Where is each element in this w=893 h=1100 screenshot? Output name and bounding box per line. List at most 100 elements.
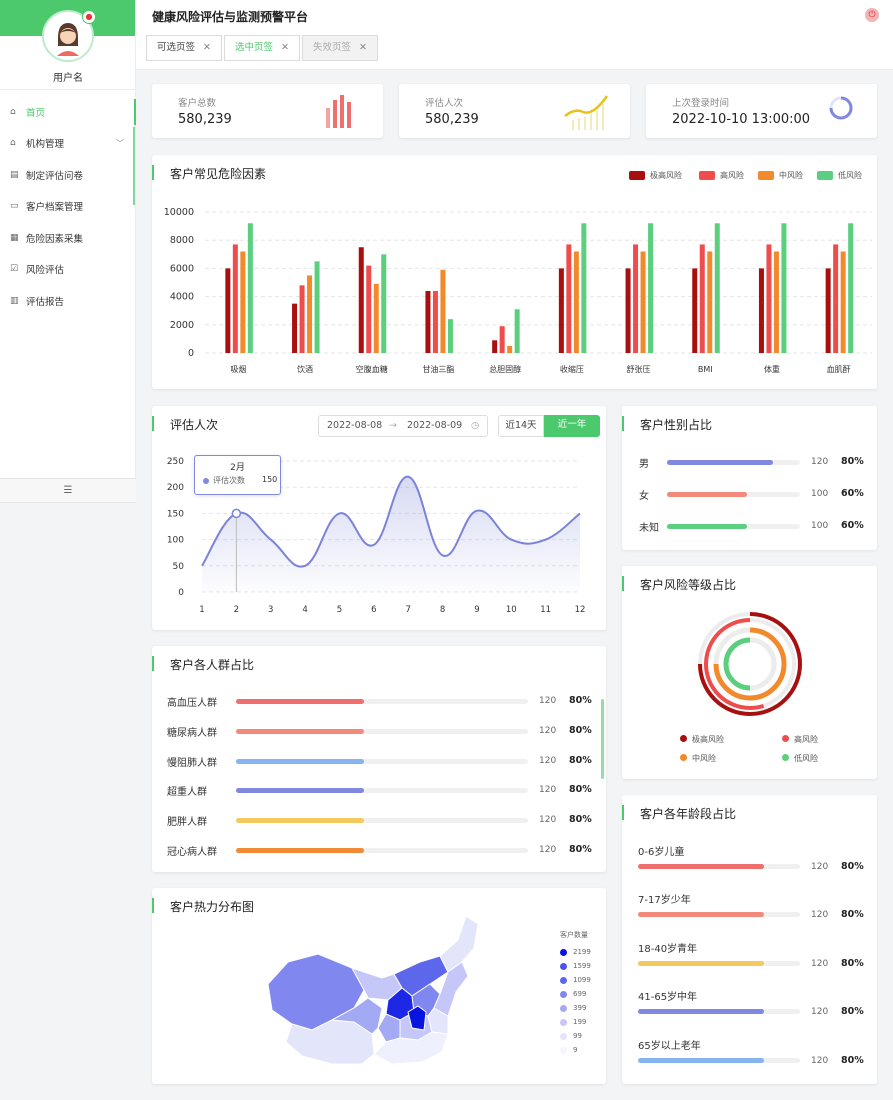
tab-bar: 可选页签 ✕ 选中页签 ✕ 失效页签 ✕ <box>146 35 380 61</box>
row-percent: 80% <box>569 844 592 855</box>
card-title: 客户各人群占比 <box>170 658 255 672</box>
notification-badge-icon[interactable]: ● <box>82 10 96 24</box>
legend-label: 1099 <box>573 976 591 984</box>
bar <box>781 223 787 353</box>
bar-chart-icon <box>326 95 351 128</box>
row-percent: 80% <box>569 814 592 826</box>
row-percent: 80% <box>569 724 592 736</box>
scrollbar[interactable] <box>601 699 604 779</box>
population-card: 客户各人群占比 高血压人群 120 80% 糖尿病人群 120 80% 慢阻肺人群 120 80… <box>152 646 606 872</box>
legend-item-very-high: 极高风险 <box>680 734 724 745</box>
bar <box>425 290 431 353</box>
sidebar-item-risk-assess[interactable]: ☑ 风险评估 <box>0 254 136 286</box>
title-marker <box>622 805 624 820</box>
sidebar-scrollbar[interactable] <box>133 127 135 205</box>
sidebar: ● 用户名 ⌂ 首页 ⌂ 机构管理 ﹀ ▤ 制定评估问卷 ▭ 客户档案管理 ▦ 危险因素采集… <box>0 0 136 1100</box>
close-icon[interactable]: ✕ <box>281 42 289 53</box>
progress-track <box>638 1057 800 1063</box>
y-tick-label: 0 <box>188 348 194 359</box>
legend-item: 699 <box>560 990 586 998</box>
list-item: 男 120 80% <box>622 455 877 470</box>
sidebar-item-label: 风险评估 <box>26 265 65 277</box>
form-icon: ▤ <box>10 169 19 180</box>
chevron-down-icon: ﹀ <box>116 138 124 148</box>
bar <box>447 319 453 353</box>
progress-fill <box>638 864 765 869</box>
sidebar-item-label: 客户档案管理 <box>26 202 84 214</box>
x-tick-label: 饮酒 <box>297 364 313 374</box>
dot-icon <box>782 754 789 761</box>
collapse-menu-icon[interactable]: ☰ <box>0 478 136 503</box>
x-tick-label: 9 <box>474 605 479 615</box>
dot-icon <box>782 735 789 742</box>
tab-selected[interactable]: 选中页签 ✕ <box>223 35 300 61</box>
row-percent: 80% <box>841 456 864 467</box>
bar <box>373 283 379 353</box>
row-count: 120 <box>811 457 829 467</box>
list-item: 未知 100 60% <box>622 519 877 534</box>
sidebar-item-org[interactable]: ⌂ 机构管理 ﹀ <box>0 128 136 160</box>
progress-track <box>236 699 528 704</box>
row-count: 120 <box>539 785 557 796</box>
dot-icon <box>680 735 687 742</box>
row-count: 120 <box>539 755 557 766</box>
bank-icon: ⌂ <box>10 138 16 149</box>
list-item: 65岁以上老年 120 80% <box>622 1037 877 1066</box>
progress-track <box>667 524 800 529</box>
ring-arc <box>723 637 751 691</box>
sidebar-item-home[interactable]: ⌂ 首页 <box>0 96 136 128</box>
row-label: 慢阻肺人群 <box>167 757 217 769</box>
sidebar-item-archive[interactable]: ▭ 客户档案管理 <box>0 191 136 223</box>
title-marker <box>152 898 154 913</box>
chart-icon: ▥ <box>10 295 19 306</box>
sidebar-item-report[interactable]: ▥ 评估报告 <box>0 285 136 317</box>
bar <box>566 244 572 353</box>
x-tick-label: 11 <box>540 605 551 615</box>
progress-track <box>667 460 800 465</box>
row-percent: 80% <box>841 909 864 921</box>
y-tick-label: 10000 <box>164 207 194 218</box>
tab-label: 可选页签 <box>157 42 196 53</box>
row-count: 120 <box>539 845 557 855</box>
row-percent: 80% <box>841 957 864 969</box>
user-name: 用户名 <box>53 73 83 84</box>
risk-level-ring-chart <box>698 612 802 716</box>
list-item: 超重人群 120 80% <box>152 783 606 798</box>
progress-track <box>236 818 528 824</box>
bar <box>758 268 764 353</box>
y-tick-label: 100 <box>167 536 184 546</box>
row-label: 未知 <box>639 523 659 534</box>
sidebar-item-risk-factor[interactable]: ▦ 危险因素采集 <box>0 222 136 254</box>
row-label: 糖尿病人群 <box>167 727 217 739</box>
legend-label: 2199 <box>573 948 591 956</box>
progress-fill <box>667 492 747 497</box>
sidebar-item-questionnaire[interactable]: ▤ 制定评估问卷 <box>0 159 136 191</box>
age-card: 客户各年龄段占比 0-6岁儿童 120 80% 7-17岁少年 120 80% 18-40岁… <box>622 795 877 1084</box>
sidebar-item-label: 制定评估问卷 <box>26 170 84 182</box>
row-label: 7-17岁少年 <box>638 895 691 907</box>
power-icon[interactable]: ⏻ <box>865 8 879 22</box>
progress-track <box>638 864 800 869</box>
row-count: 120 <box>811 910 829 921</box>
grid-icon: ▦ <box>10 232 19 243</box>
progress-track <box>638 912 800 918</box>
bar <box>247 223 253 353</box>
bar <box>833 244 839 353</box>
chart-tooltip: 2月 评估次数 150 <box>194 455 281 495</box>
bar <box>640 251 646 353</box>
x-tick-label: 8 <box>440 605 445 615</box>
sidebar-item-label: 首页 <box>26 107 46 119</box>
x-tick-label: 收缩压 <box>560 364 584 374</box>
tooltip-title: 2月 <box>230 463 245 473</box>
row-count: 120 <box>811 862 829 872</box>
list-item: 0-6岁儿童 120 80% <box>622 843 877 872</box>
y-tick-label: 4000 <box>170 292 194 303</box>
legend-item-high: 高风险 <box>782 734 818 745</box>
legend-label: 399 <box>573 1004 587 1012</box>
sidebar-empty <box>0 503 136 1100</box>
list-item: 慢阻肺人群 120 80% <box>152 754 606 769</box>
sidebar-nav: ⌂ 首页 ⌂ 机构管理 ﹀ ▤ 制定评估问卷 ▭ 客户档案管理 ▦ 危险因素采集 ☑ 风险评估… <box>0 96 136 317</box>
tab-optional[interactable]: 可选页签 ✕ <box>146 35 222 61</box>
bar <box>440 269 446 353</box>
close-icon[interactable]: ✕ <box>203 42 211 53</box>
